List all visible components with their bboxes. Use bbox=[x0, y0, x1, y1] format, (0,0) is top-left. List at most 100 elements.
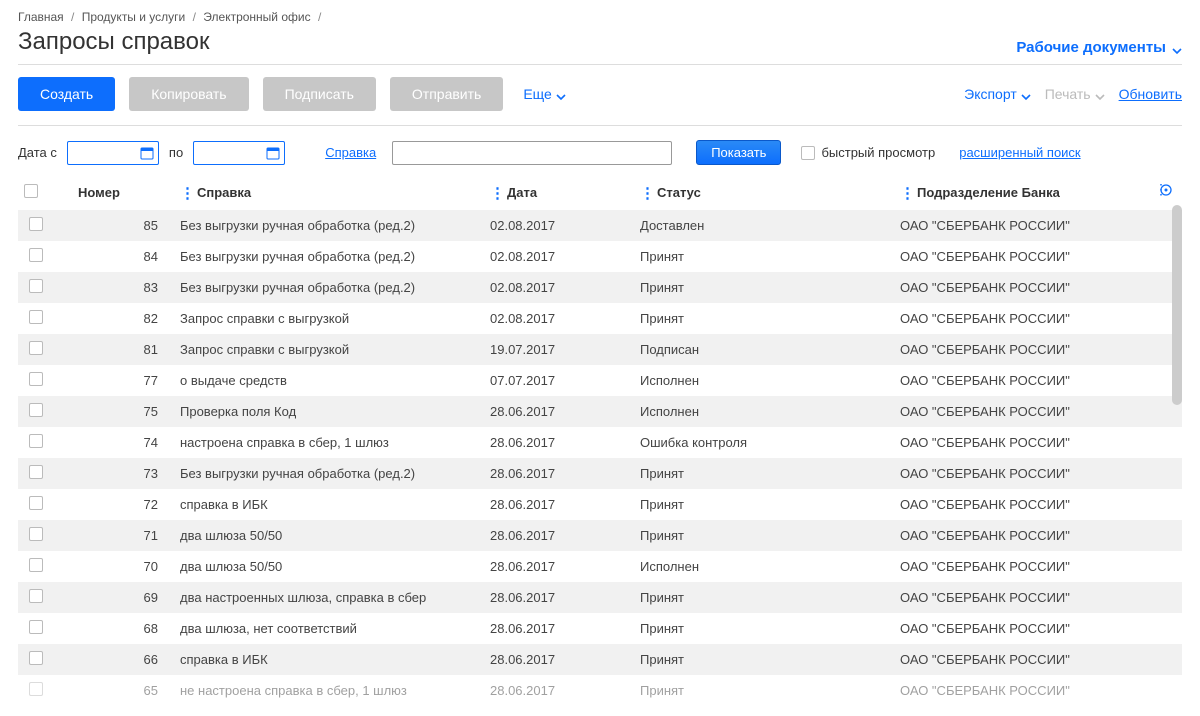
table-row[interactable]: 71два шлюза 50/5028.06.2017ПринятОАО "СБ… bbox=[18, 520, 1182, 551]
more-dropdown[interactable]: Еще bbox=[523, 86, 566, 102]
sign-button[interactable]: Подписать bbox=[263, 77, 376, 111]
row-checkbox[interactable] bbox=[29, 589, 43, 603]
vertical-scrollbar[interactable] bbox=[1172, 205, 1182, 405]
date-from-label: Дата с bbox=[18, 145, 57, 160]
cell-date: 28.06.2017 bbox=[484, 396, 634, 427]
print-dropdown[interactable]: Печать bbox=[1045, 86, 1105, 102]
spravka-link[interactable]: Справка bbox=[325, 145, 376, 160]
cell-spravka: два шлюза 50/50 bbox=[174, 520, 484, 551]
page-title: Запросы справок bbox=[18, 28, 209, 56]
cell-number: 72 bbox=[54, 489, 174, 520]
cell-number: 81 bbox=[54, 334, 174, 365]
cell-bank: ОАО "СБЕРБАНК РОССИИ" bbox=[894, 210, 1182, 242]
show-button[interactable]: Показать bbox=[696, 140, 781, 165]
breadcrumb-home[interactable]: Главная bbox=[18, 10, 64, 24]
table-row[interactable]: 74настроена справка в сбер, 1 шлюз28.06.… bbox=[18, 427, 1182, 458]
row-checkbox[interactable] bbox=[29, 372, 43, 386]
row-checkbox[interactable] bbox=[29, 527, 43, 541]
chevron-down-icon bbox=[556, 89, 566, 99]
cell-status: Исполнен bbox=[634, 551, 894, 582]
chevron-down-icon bbox=[1172, 43, 1182, 53]
cell-status: Принят bbox=[634, 520, 894, 551]
working-documents-dropdown[interactable]: Рабочие документы bbox=[1016, 39, 1182, 56]
cell-status: Подписан bbox=[634, 334, 894, 365]
cell-status: Принят bbox=[634, 241, 894, 272]
column-date[interactable]: Дата bbox=[484, 175, 634, 210]
cell-spravka: справка в ИБК bbox=[174, 644, 484, 675]
cell-number: 69 bbox=[54, 582, 174, 613]
table-row[interactable]: 72справка в ИБК28.06.2017ПринятОАО "СБЕР… bbox=[18, 489, 1182, 520]
column-status[interactable]: Статус bbox=[634, 175, 894, 210]
column-number[interactable]: Номер bbox=[54, 175, 174, 210]
cell-date: 28.06.2017 bbox=[484, 427, 634, 458]
row-checkbox[interactable] bbox=[29, 310, 43, 324]
table-row[interactable]: 77о выдаче средств07.07.2017ИсполненОАО … bbox=[18, 365, 1182, 396]
row-checkbox[interactable] bbox=[29, 403, 43, 417]
cell-spravka: Без выгрузки ручная обработка (ред.2) bbox=[174, 458, 484, 489]
cell-date: 02.08.2017 bbox=[484, 272, 634, 303]
column-bank[interactable]: Подразделение Банка bbox=[894, 175, 1182, 210]
spravka-input[interactable] bbox=[392, 141, 672, 165]
create-button[interactable]: Создать bbox=[18, 77, 115, 111]
table-row[interactable]: 82Запрос справки с выгрузкой02.08.2017Пр… bbox=[18, 303, 1182, 334]
cell-status: Исполнен bbox=[634, 396, 894, 427]
row-checkbox[interactable] bbox=[29, 434, 43, 448]
table-row[interactable]: 84Без выгрузки ручная обработка (ред.2)0… bbox=[18, 241, 1182, 272]
table-row[interactable]: 73Без выгрузки ручная обработка (ред.2)2… bbox=[18, 458, 1182, 489]
date-to-label: по bbox=[169, 145, 183, 160]
breadcrumb-office[interactable]: Электронный офис bbox=[203, 10, 310, 24]
cell-spravka: Запрос справки с выгрузкой bbox=[174, 334, 484, 365]
cell-date: 02.08.2017 bbox=[484, 241, 634, 272]
row-checkbox[interactable] bbox=[29, 248, 43, 262]
advanced-search-link[interactable]: расширенный поиск bbox=[959, 145, 1080, 160]
copy-button[interactable]: Копировать bbox=[129, 77, 248, 111]
table-row[interactable]: 68два шлюза, нет соответствий28.06.2017П… bbox=[18, 613, 1182, 644]
cell-number: 82 bbox=[54, 303, 174, 334]
table-row[interactable]: 83Без выгрузки ручная обработка (ред.2)0… bbox=[18, 272, 1182, 303]
table-row[interactable]: 65не настроена справка в сбер, 1 шлюз28.… bbox=[18, 675, 1182, 706]
cell-date: 28.06.2017 bbox=[484, 458, 634, 489]
table-row[interactable]: 66справка в ИБК28.06.2017ПринятОАО "СБЕР… bbox=[18, 644, 1182, 675]
refresh-link[interactable]: Обновить bbox=[1119, 86, 1182, 102]
quick-view-checkbox[interactable] bbox=[801, 146, 815, 160]
cell-bank: ОАО "СБЕРБАНК РОССИИ" bbox=[894, 489, 1182, 520]
row-checkbox[interactable] bbox=[29, 465, 43, 479]
cell-spravka: Без выгрузки ручная обработка (ред.2) bbox=[174, 210, 484, 242]
row-checkbox[interactable] bbox=[29, 279, 43, 293]
cell-date: 28.06.2017 bbox=[484, 551, 634, 582]
cell-bank: ОАО "СБЕРБАНК РОССИИ" bbox=[894, 582, 1182, 613]
row-checkbox[interactable] bbox=[29, 682, 43, 696]
calendar-icon bbox=[140, 146, 154, 160]
export-dropdown[interactable]: Экспорт bbox=[964, 86, 1031, 102]
cell-date: 19.07.2017 bbox=[484, 334, 634, 365]
cell-spravka: два шлюза 50/50 bbox=[174, 551, 484, 582]
send-button[interactable]: Отправить bbox=[390, 77, 503, 111]
row-checkbox[interactable] bbox=[29, 558, 43, 572]
row-checkbox[interactable] bbox=[29, 496, 43, 510]
table-row[interactable]: 75Проверка поля Код28.06.2017ИсполненОАО… bbox=[18, 396, 1182, 427]
table-row[interactable]: 70два шлюза 50/5028.06.2017ИсполненОАО "… bbox=[18, 551, 1182, 582]
cell-date: 28.06.2017 bbox=[484, 489, 634, 520]
cell-date: 07.07.2017 bbox=[484, 365, 634, 396]
row-checkbox[interactable] bbox=[29, 341, 43, 355]
cell-number: 74 bbox=[54, 427, 174, 458]
date-to-input[interactable] bbox=[193, 141, 285, 165]
date-from-input[interactable] bbox=[67, 141, 159, 165]
select-all-checkbox[interactable] bbox=[24, 184, 38, 198]
table-row[interactable]: 69два настроенных шлюза, справка в сбер2… bbox=[18, 582, 1182, 613]
row-checkbox[interactable] bbox=[29, 620, 43, 634]
cell-date: 28.06.2017 bbox=[484, 520, 634, 551]
table-row[interactable]: 85Без выгрузки ручная обработка (ред.2)0… bbox=[18, 210, 1182, 242]
column-spravka[interactable]: Справка bbox=[174, 175, 484, 210]
row-checkbox[interactable] bbox=[29, 217, 43, 231]
cell-number: 73 bbox=[54, 458, 174, 489]
chevron-down-icon bbox=[1021, 89, 1031, 99]
cell-date: 02.08.2017 bbox=[484, 210, 634, 242]
cell-number: 83 bbox=[54, 272, 174, 303]
row-checkbox[interactable] bbox=[29, 651, 43, 665]
breadcrumb-products[interactable]: Продукты и услуги bbox=[82, 10, 186, 24]
table-row[interactable]: 81Запрос справки с выгрузкой19.07.2017По… bbox=[18, 334, 1182, 365]
cell-bank: ОАО "СБЕРБАНК РОССИИ" bbox=[894, 427, 1182, 458]
cell-date: 02.08.2017 bbox=[484, 303, 634, 334]
cell-number: 75 bbox=[54, 396, 174, 427]
